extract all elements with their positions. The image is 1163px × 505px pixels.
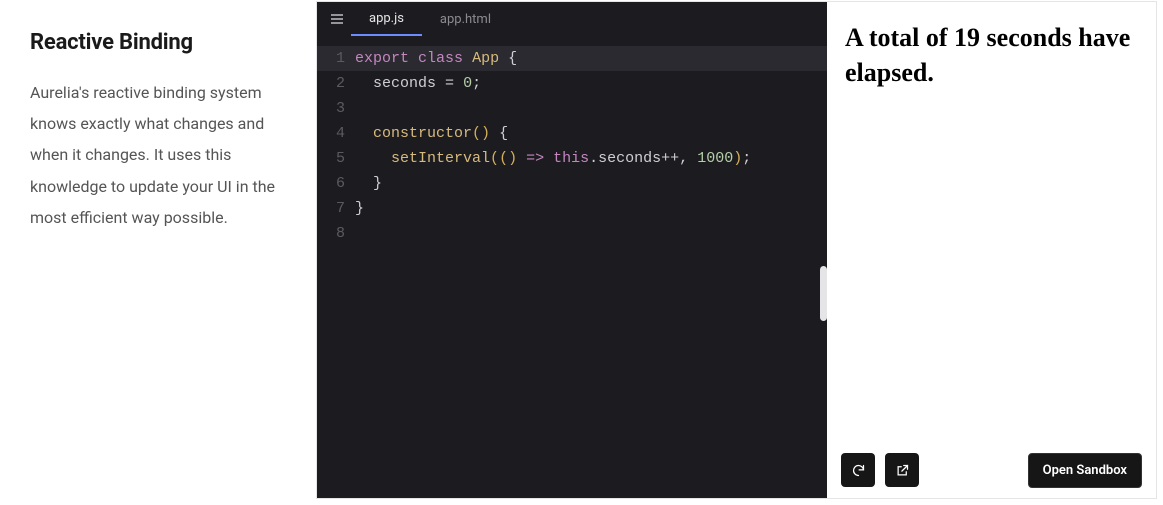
line-number: 7 [317,196,355,221]
code-text: constructor() { [355,121,508,146]
code-sandbox: app.jsapp.html 1export class App {2 seco… [316,1,1157,499]
code-text: } [355,196,364,221]
code-line: 1export class App { [317,46,827,71]
code-line: 2 seconds = 0; [317,71,827,96]
preview-content: A total of 19 seconds have elapsed. [827,2,1156,442]
line-number: 8 [317,221,355,246]
section-title: Reactive Binding [30,30,286,55]
line-number: 3 [317,96,355,121]
line-number: 4 [317,121,355,146]
editor-tab-bar: app.jsapp.html [317,2,827,36]
code-line: 3 [317,96,827,121]
tab-app-html[interactable]: app.html [422,2,509,36]
open-sandbox-button[interactable]: Open Sandbox [1028,453,1142,488]
code-line: 4 constructor() { [317,121,827,146]
code-text [355,221,364,246]
code-text: export class App { [355,46,517,71]
code-line: 8 [317,221,827,246]
menu-icon[interactable] [323,5,351,33]
code-text: seconds = 0; [355,71,481,96]
tab-app-js[interactable]: app.js [351,2,422,36]
code-text [355,96,364,121]
preview-toolbar: Open Sandbox [827,442,1156,498]
code-line: 6 } [317,171,827,196]
editor-scrollbar[interactable] [820,266,827,321]
code-line: 7} [317,196,827,221]
preview-heading: A total of 19 seconds have elapsed. [845,20,1138,90]
open-external-icon[interactable] [885,453,919,487]
code-text: } [355,171,382,196]
refresh-icon[interactable] [841,453,875,487]
section-body: Aurelia's reactive binding system knows … [30,77,286,233]
preview-pane: A total of 19 seconds have elapsed. Open… [827,2,1156,498]
line-number: 6 [317,171,355,196]
editor-pane: app.jsapp.html 1export class App {2 seco… [317,2,827,498]
code-line: 5 setInterval(() => this.seconds++, 1000… [317,146,827,171]
line-number: 5 [317,146,355,171]
description-panel: Reactive Binding Aurelia's reactive bind… [0,0,316,505]
code-text: setInterval(() => this.seconds++, 1000); [355,146,751,171]
code-editor[interactable]: 1export class App {2 seconds = 0;3 4 con… [317,36,827,498]
line-number: 1 [317,46,355,71]
line-number: 2 [317,71,355,96]
